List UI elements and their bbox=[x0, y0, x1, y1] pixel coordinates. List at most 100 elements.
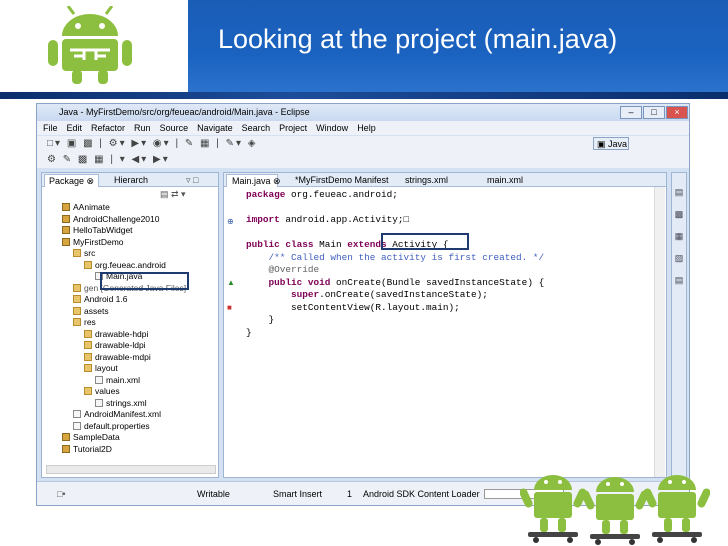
tree-item-label: assets bbox=[84, 305, 109, 316]
project-icon bbox=[62, 203, 70, 211]
package-explorer: Package ⊗ Hierarch ▿ □ ▤ ⇄ ▾ AAnimate And… bbox=[41, 172, 219, 478]
menu-item-help[interactable]: Help bbox=[357, 123, 376, 133]
highlight-activity bbox=[381, 233, 469, 250]
menu-item-project[interactable]: Project bbox=[279, 123, 307, 133]
close-tab-icon[interactable]: ⊗ bbox=[271, 176, 281, 186]
tree-item-label: drawable-mdpi bbox=[95, 351, 151, 362]
tree-item[interactable]: AndroidManifest.xml bbox=[62, 409, 218, 421]
tree-item[interactable]: drawable-ldpi bbox=[62, 340, 218, 352]
tree-item[interactable]: Tutorial2D bbox=[62, 444, 218, 456]
code-line: setContentView(R.layout.main); bbox=[246, 301, 460, 313]
project-icon bbox=[62, 237, 70, 246]
tree-item[interactable]: SampleData bbox=[62, 432, 218, 444]
view-menu-icon[interactable]: ▿ □ bbox=[182, 174, 202, 187]
tree-item-label: main.xml bbox=[106, 374, 141, 385]
folder-icon bbox=[73, 306, 81, 315]
project-icon bbox=[62, 226, 70, 234]
code-line: /** Called when the activity is first cr… bbox=[268, 251, 545, 263]
close-button[interactable]: × bbox=[666, 106, 688, 119]
folder-icon bbox=[73, 295, 81, 303]
tree-item[interactable]: strings.xml bbox=[62, 398, 218, 410]
tree-item-label: org.feueac.android bbox=[95, 259, 166, 270]
tree-item[interactable]: src bbox=[62, 248, 218, 260]
tree-item-label: res bbox=[84, 317, 96, 327]
editor-tab[interactable]: main.xml bbox=[482, 174, 538, 187]
tree-item-label: layout bbox=[95, 363, 118, 373]
tree-item[interactable]: res bbox=[62, 317, 218, 329]
tree-item-label: MyFirstDemo bbox=[73, 236, 124, 247]
tab-hierarchy[interactable]: Hierarch bbox=[110, 174, 152, 187]
editor-tab[interactable]: *MyFirstDemo Manifest bbox=[290, 174, 389, 187]
code-area[interactable]: package org.feueac.android; import androi… bbox=[224, 189, 652, 469]
menu-item-source[interactable]: Source bbox=[160, 123, 189, 133]
folder-icon bbox=[84, 387, 92, 395]
secondary-toolbar[interactable]: ⚙ ✎ ▩ ▦ | ▾ ◀▾ ▶▾ bbox=[37, 152, 689, 168]
tree-item[interactable]: drawable-mdpi bbox=[62, 352, 218, 364]
menu-bar: File Edit Refactor Run Source Navigate Search P… bbox=[37, 121, 689, 135]
tree-item[interactable]: AndroidChallenge2010 bbox=[62, 214, 218, 226]
tree-item-label: strings.xml bbox=[106, 397, 147, 408]
tree-item[interactable]: MyFirstDemo bbox=[62, 237, 218, 249]
project-icon bbox=[62, 444, 70, 453]
menu-item-file[interactable]: File bbox=[43, 123, 58, 133]
tree-item[interactable]: AAnimate bbox=[62, 202, 218, 214]
tree-item-label: AndroidChallenge2010 bbox=[73, 213, 160, 224]
tree-item[interactable]: drawable-hdpi bbox=[62, 329, 218, 341]
package-explorer-tabs: Package ⊗ Hierarch ▿ □ bbox=[42, 173, 218, 187]
maximize-button[interactable]: □ bbox=[643, 106, 665, 119]
code-line: @Override bbox=[268, 264, 320, 275]
android-robot-icon bbox=[48, 6, 132, 84]
project-tree: AAnimate AndroidChallenge2010 HelloTabWidg… bbox=[62, 202, 218, 464]
folder-icon bbox=[73, 318, 81, 326]
highlight-main-java bbox=[100, 272, 189, 290]
tree-item-label: Android 1.6 bbox=[84, 294, 128, 304]
tree-item[interactable]: assets bbox=[62, 306, 218, 318]
tree-item[interactable]: org.feueac.android bbox=[62, 260, 218, 272]
status-icon: □• bbox=[57, 489, 66, 499]
tree-item-label: HelloTabWidget bbox=[73, 225, 133, 235]
main-toolbar[interactable]: □▾ ▣ ▩ | ⚙▾ ▶▾ ◉▾ | ✎ ▦ | ✎▾ ◈ bbox=[37, 136, 689, 152]
menu-item-run[interactable]: Run bbox=[134, 123, 151, 133]
tree-item[interactable]: default.properties bbox=[62, 421, 218, 433]
folder-icon bbox=[73, 249, 81, 257]
vertical-scrollbar[interactable] bbox=[654, 187, 665, 477]
android-skateboard-icon bbox=[520, 475, 586, 543]
folder-icon bbox=[73, 283, 81, 292]
tab-package[interactable]: Package ⊗ bbox=[44, 174, 100, 187]
tree-item[interactable]: HelloTabWidget bbox=[62, 225, 218, 237]
menu-item-refactor[interactable]: Refactor bbox=[91, 123, 125, 133]
file-icon bbox=[73, 410, 81, 418]
package-explorer-toolbar[interactable]: ▤ ⇄ ▾ bbox=[42, 187, 218, 201]
horizontal-scrollbar[interactable] bbox=[46, 465, 216, 474]
menu-item-window[interactable]: Window bbox=[316, 123, 348, 133]
menu-item-navigate[interactable]: Navigate bbox=[197, 123, 233, 133]
title-divider bbox=[0, 92, 728, 99]
eclipse-window: Java - MyFirstDemo/src/org/feueac/androi… bbox=[36, 103, 690, 506]
perspective-java-button[interactable]: ▣ Java bbox=[593, 137, 629, 150]
editor-tab[interactable]: strings.xml bbox=[400, 174, 470, 187]
tree-item[interactable]: values bbox=[62, 386, 218, 398]
minimize-button[interactable]: – bbox=[620, 106, 642, 119]
folder-icon bbox=[84, 364, 92, 372]
tree-item[interactable]: main.xml bbox=[62, 375, 218, 387]
file-icon bbox=[73, 421, 81, 430]
code-line: } bbox=[246, 314, 275, 325]
editor-tab[interactable]: Main.java ⊗ bbox=[226, 174, 281, 187]
android-skateboard-icon bbox=[582, 477, 648, 545]
tree-item-label: drawable-ldpi bbox=[95, 340, 146, 350]
tree-item[interactable]: Android 1.6 bbox=[62, 294, 218, 306]
tree-item-label: AndroidManifest.xml bbox=[84, 409, 162, 419]
tree-item[interactable]: layout bbox=[62, 363, 218, 375]
code-line: super.onCreate(savedInstanceState); bbox=[291, 289, 488, 300]
status-writable: Writable bbox=[197, 489, 230, 499]
tree-item-label: SampleData bbox=[73, 432, 120, 442]
menu-item-edit[interactable]: Edit bbox=[67, 123, 83, 133]
right-trim-toolbar[interactable]: ▤ ▩ ▦ ▨ ▤ bbox=[671, 172, 687, 478]
window-title: Java - MyFirstDemo/src/org/feueac/androi… bbox=[37, 104, 689, 121]
status-insert-mode: Smart Insert bbox=[273, 489, 323, 499]
menu-item-search[interactable]: Search bbox=[242, 123, 271, 133]
slide: Looking at the project (main.java) Java … bbox=[0, 0, 728, 546]
folder-icon bbox=[84, 341, 92, 349]
tree-item-label: AAnimate bbox=[73, 202, 110, 212]
logo-area bbox=[0, 0, 188, 92]
